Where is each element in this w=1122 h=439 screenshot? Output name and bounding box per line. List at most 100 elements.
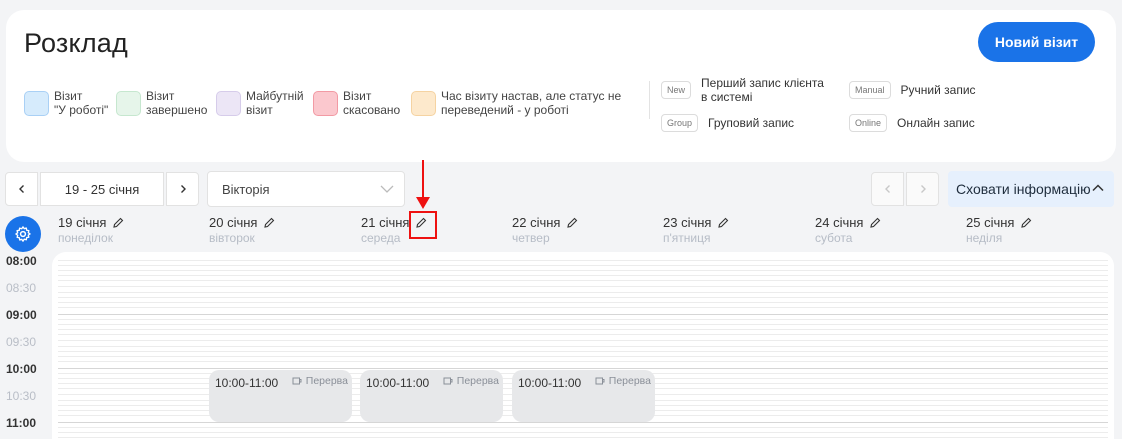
grid-line (58, 307, 1108, 308)
break-block-thu[interactable]: 10:00-11:00 Перерва (512, 370, 655, 422)
grid-line-hour (58, 422, 1108, 423)
prev-week-button[interactable] (5, 172, 38, 206)
staff-select[interactable]: Вікторія (207, 171, 405, 207)
chevron-left-icon (884, 185, 890, 193)
time-label: 10:00 (6, 362, 37, 376)
grid-line (58, 432, 1108, 433)
legend-item-in-progress: Візит "У роботі" (24, 89, 108, 117)
annotation-highlight-box (409, 211, 437, 239)
legend-label: Час візиту настав, але статус не перевед… (441, 89, 622, 117)
pencil-icon[interactable] (869, 217, 881, 229)
grid-line (58, 356, 1108, 357)
time-label: 08:30 (6, 281, 37, 295)
day-date: 22 січня (512, 215, 561, 230)
grid-line (58, 437, 1108, 438)
grid-line (58, 319, 1108, 320)
day-date: 20 січня (209, 215, 258, 230)
time-label: 11:00 (6, 416, 37, 430)
legend-swatch (411, 91, 436, 116)
day-date: 19 січня (58, 215, 107, 230)
grid-line (58, 292, 1108, 293)
annotation-arrow-head (416, 197, 430, 209)
grid-line (58, 275, 1108, 276)
day-date: 21 січня (361, 215, 410, 230)
new-visit-button[interactable]: Новий візит (978, 22, 1095, 62)
chevron-up-icon (1092, 184, 1104, 192)
coffee-cup-icon (595, 377, 605, 385)
day-name: четвер (512, 231, 550, 245)
tag-badge: Online (849, 114, 888, 132)
break-label: Перерва (443, 375, 499, 387)
tag-manual: Manual Ручний запис (849, 81, 976, 99)
grid-line (58, 297, 1108, 298)
break-label-text: Перерва (305, 375, 348, 387)
legend-label: Візит завершено (146, 89, 208, 117)
grid-line (58, 260, 1108, 261)
day-name: вівторок (209, 231, 255, 245)
time-label: 09:00 (6, 308, 37, 322)
chevron-right-icon (180, 185, 186, 193)
time-label: 09:30 (6, 335, 37, 349)
week-range[interactable]: 19 - 25 січня (40, 172, 164, 206)
grid-line (58, 329, 1108, 330)
pencil-icon[interactable] (263, 217, 275, 229)
tag-badge: New (661, 81, 692, 99)
coffee-cup-icon (443, 377, 453, 385)
legend-swatch (24, 91, 49, 116)
break-time: 10:00-11:00 (518, 376, 582, 390)
legend-item-cancelled: Візит скасовано (313, 89, 400, 117)
gear-icon (15, 226, 31, 242)
break-block-tue[interactable]: 10:00-11:00 Перерва (209, 370, 352, 422)
chevron-left-icon (18, 185, 24, 193)
break-block-wed[interactable]: 10:00-11:00 Перерва (360, 370, 503, 422)
day-name: п'ятниця (663, 231, 711, 245)
tag-badge: Manual (849, 81, 891, 99)
pencil-icon[interactable] (112, 217, 124, 229)
legend-label: Майбутній візит (246, 89, 304, 117)
legend-divider (649, 81, 650, 119)
annotation-arrow-line (422, 160, 424, 200)
scroll-right-button[interactable] (906, 172, 939, 206)
time-label: 10:30 (6, 389, 37, 403)
tag-online: Online Онлайн запис (849, 114, 975, 132)
hide-info-button[interactable]: Сховати інформацію (948, 171, 1114, 207)
legend-swatch (216, 91, 241, 116)
break-label: Перерва (595, 375, 651, 387)
day-header-thu: 22 січня четвер (512, 215, 578, 245)
grid-line-hour (58, 314, 1108, 315)
pencil-icon[interactable] (566, 217, 578, 229)
tag-label: Груповий запис (708, 116, 795, 130)
tag-new: New Перший запис клієнта в системі (661, 76, 824, 104)
hide-info-label: Сховати інформацію (956, 181, 1091, 197)
settings-button[interactable] (5, 216, 41, 252)
legend-swatch (116, 91, 141, 116)
legend-label: Візит скасовано (343, 89, 401, 117)
legend-swatch (313, 91, 338, 116)
grid-line (58, 302, 1108, 303)
pencil-icon[interactable] (717, 217, 729, 229)
grid-line (58, 361, 1108, 362)
coffee-cup-icon (292, 377, 302, 385)
tag-label: Ручний запис (900, 83, 976, 97)
day-date: 23 січня (663, 215, 712, 230)
next-week-button[interactable] (166, 172, 199, 206)
legend-item-overdue: Час візиту настав, але статус не перевед… (411, 89, 621, 117)
grid-line (58, 427, 1108, 428)
chevron-right-icon (920, 185, 926, 193)
day-date: 24 січня (815, 215, 864, 230)
grid-line (58, 340, 1108, 341)
page-title: Розклад (24, 28, 128, 58)
grid-line (58, 351, 1108, 352)
day-header-mon: 19 січня понеділок (58, 215, 124, 245)
scroll-left-button[interactable] (871, 172, 904, 206)
legend-item-completed: Візит завершено (116, 89, 207, 117)
tag-label: Перший запис клієнта в системі (701, 76, 824, 104)
grid-line-hour (58, 368, 1108, 369)
day-date: 25 січня (966, 215, 1015, 230)
chevron-down-icon (380, 185, 394, 193)
tag-label: Онлайн запис (897, 116, 975, 130)
day-header-sat: 24 січня субота (815, 215, 881, 245)
grid-line (58, 346, 1108, 347)
grid-line (58, 270, 1108, 271)
pencil-icon[interactable] (1020, 217, 1032, 229)
